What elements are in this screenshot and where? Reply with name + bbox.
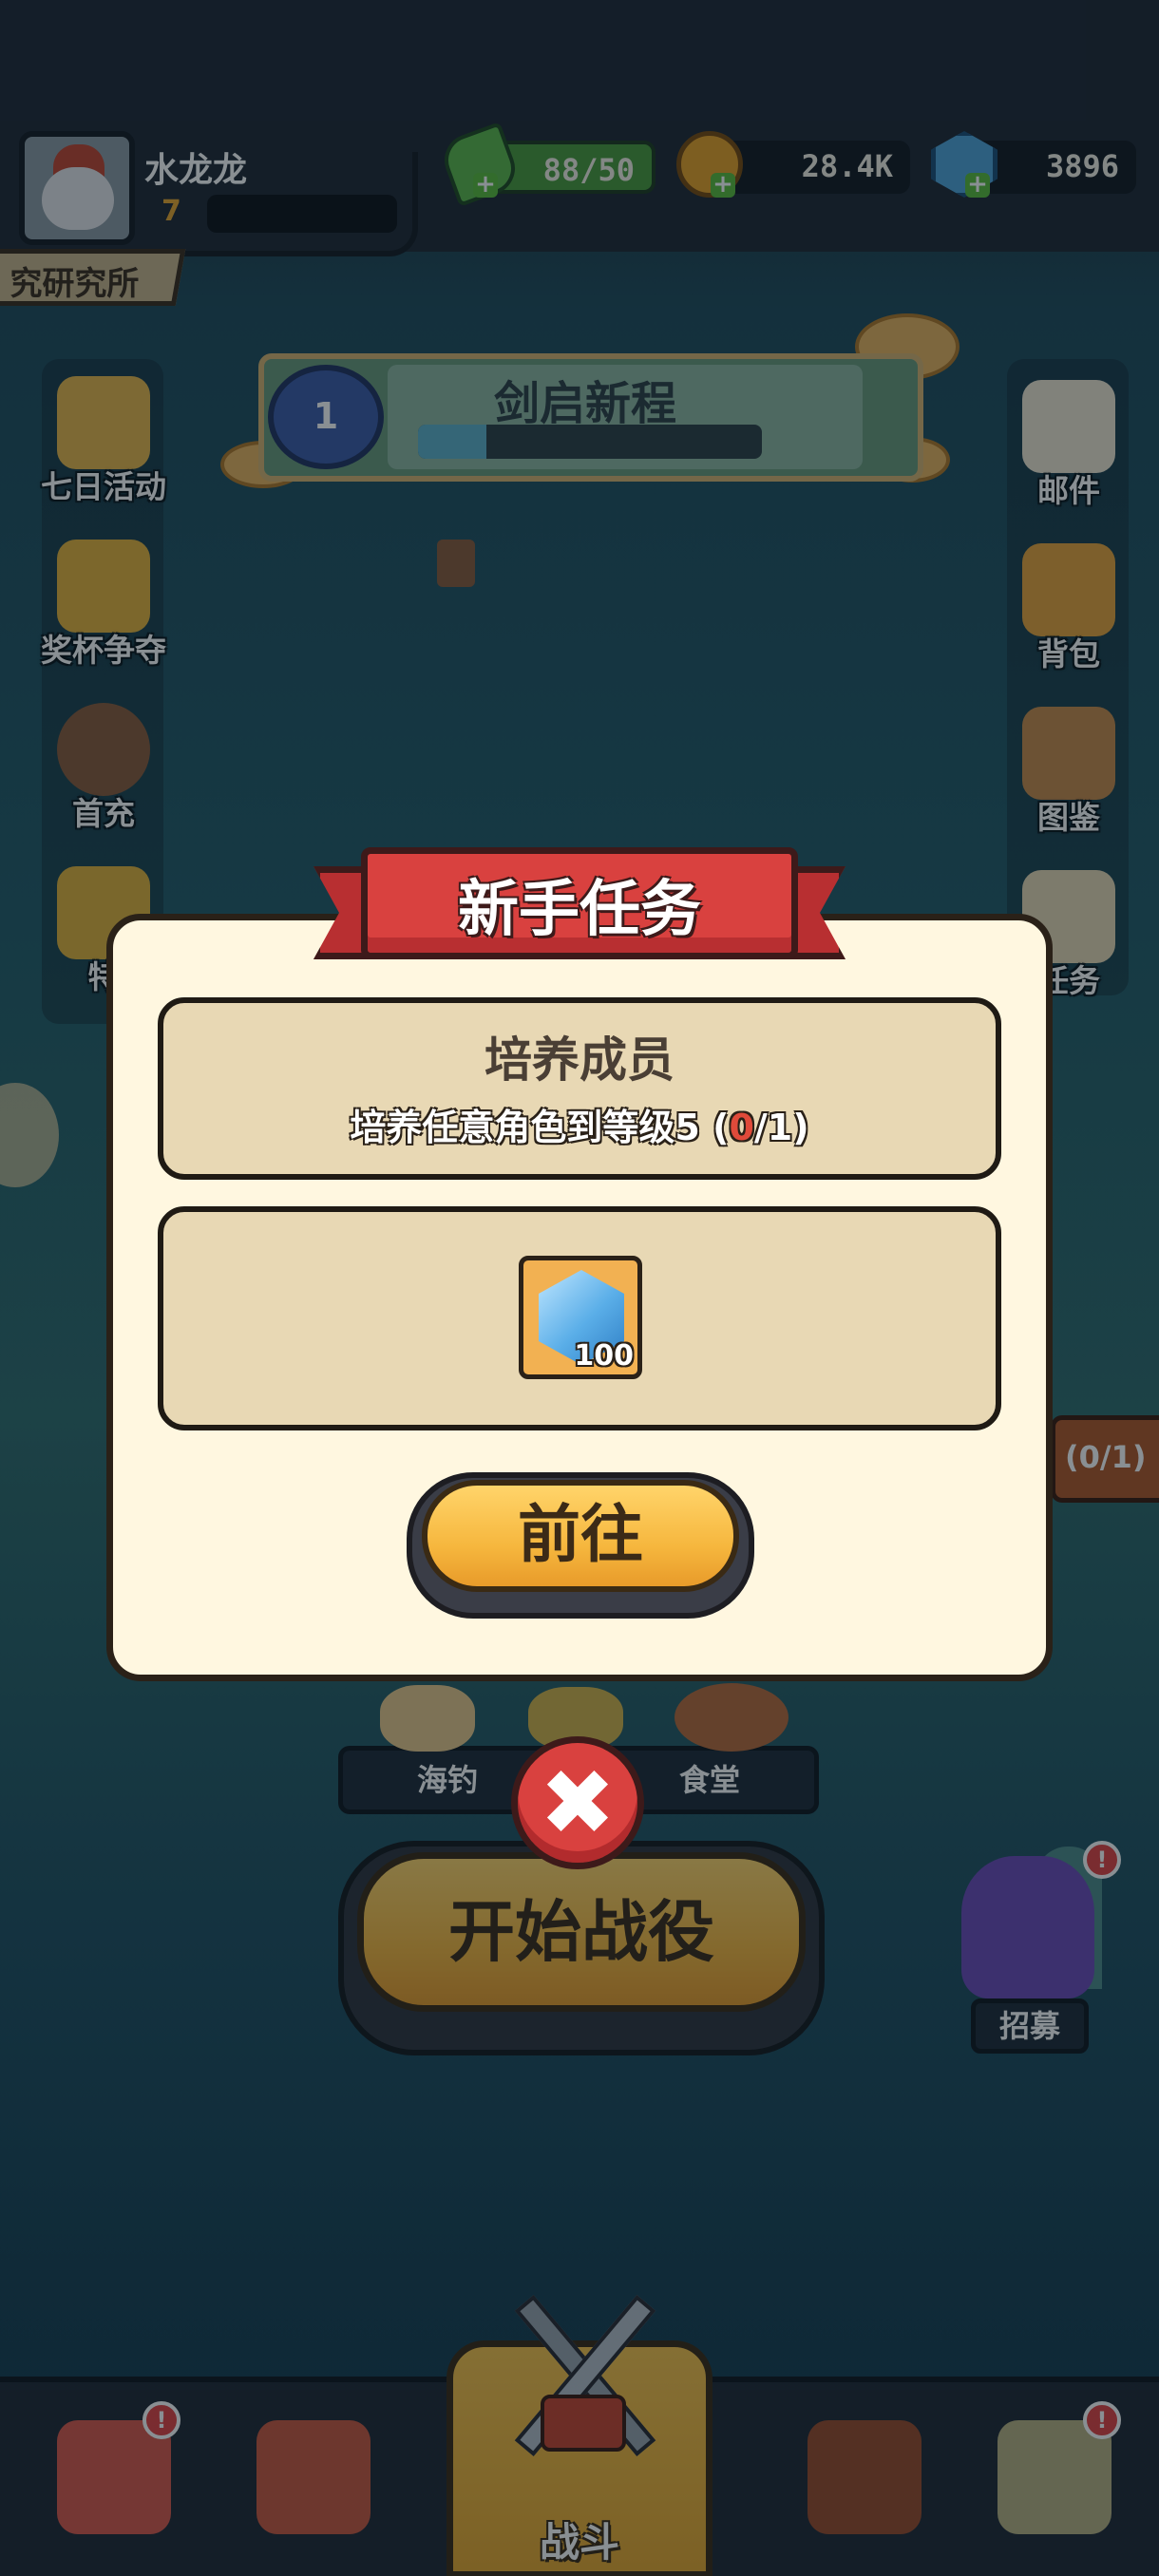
dialog-ribbon: 新手任务 — [314, 847, 846, 967]
reward-card: 100 — [158, 1206, 1001, 1430]
close-button[interactable]: ✖ — [511, 1736, 644, 1869]
go-button[interactable]: 前往 — [422, 1480, 739, 1592]
task-card: 培养成员 培养任意角色到等级5 (0/1) — [158, 997, 1001, 1180]
task-description: 培养任意角色到等级5 (0/1) — [163, 1098, 996, 1150]
task-desc-prefix: 培养任意角色到等级5 ( — [350, 1107, 730, 1148]
reward-item[interactable]: 100 — [519, 1256, 642, 1379]
reward-quantity: 100 — [574, 1339, 634, 1373]
task-current-progress: 0 — [729, 1107, 754, 1148]
go-button-label: 前往 — [518, 1498, 643, 1571]
close-icon: ✖ — [539, 1750, 617, 1856]
dialog-title: 新手任务 — [458, 875, 701, 945]
task-desc-suffix: /1) — [753, 1107, 809, 1148]
task-title: 培养成员 — [484, 1032, 674, 1088]
